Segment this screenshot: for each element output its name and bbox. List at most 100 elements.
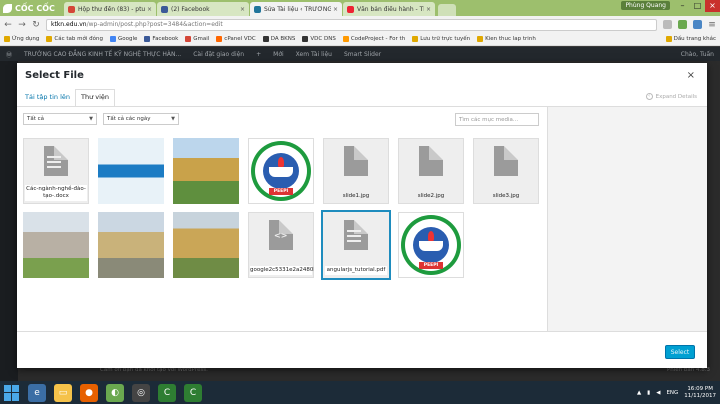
bookmark-item[interactable]: Facebook: [144, 36, 178, 42]
wp-sidebar: [0, 61, 18, 381]
modal-title: Select File: [25, 70, 84, 81]
media-item[interactable]: [98, 212, 164, 278]
gmail-icon: [185, 36, 192, 42]
bookmark-item[interactable]: Kien thuc lap trinh: [477, 36, 536, 42]
minimize-icon[interactable]: –: [675, 0, 690, 12]
school-logo: PEEPI: [251, 141, 311, 201]
back-icon[interactable]: ←: [4, 20, 12, 30]
menu-icon[interactable]: ≡: [708, 20, 716, 30]
wordpress-icon[interactable]: Ⓦ: [6, 50, 12, 59]
media-caption: angularjs_tutorial.pdf: [325, 266, 387, 275]
camtasia-icon[interactable]: C: [158, 383, 176, 402]
media-search-input[interactable]: Tìm các mục media...: [455, 113, 539, 126]
language-indicator[interactable]: ENG: [666, 390, 678, 396]
reload-icon[interactable]: ↻: [32, 20, 40, 30]
bookmark-item[interactable]: CodeProject - For th: [342, 36, 405, 42]
filter-date-select[interactable]: Tất cả các ngày ▼: [103, 113, 179, 125]
media-item[interactable]: <> google2c5331e2a2480bd7.html: [248, 212, 314, 278]
profile-badge[interactable]: Phùng Quang: [621, 1, 670, 10]
tab-upload[interactable]: Tải tập tin lên: [25, 93, 70, 101]
network-icon[interactable]: ▮: [647, 390, 650, 396]
tab-label: Hộp thư đến (83) - ptuan: [78, 5, 145, 13]
school-photo: [173, 212, 239, 278]
chevron-up-icon[interactable]: ▲: [637, 390, 641, 396]
close-icon[interactable]: ×: [240, 6, 245, 13]
media-toolbar: Tất cả ▼ Tất cả các ngày ▼ Tìm các mục med…: [17, 107, 547, 135]
folder-icon: [665, 36, 672, 42]
new-tab-button[interactable]: [438, 4, 456, 16]
volume-icon[interactable]: ◀: [656, 390, 660, 396]
close-icon[interactable]: ×: [426, 6, 431, 13]
maximize-icon[interactable]: □: [690, 0, 705, 12]
bookmark-item[interactable]: Gmail: [185, 36, 209, 42]
media-item[interactable]: PEEPI: [248, 138, 314, 204]
modal-footer: Select: [17, 331, 707, 368]
ie-icon[interactable]: e: [28, 383, 46, 402]
explorer-icon[interactable]: ▭: [54, 383, 72, 402]
expand-details[interactable]: ‹ Expand Details: [645, 93, 697, 100]
tab-documents[interactable]: Văn bản điều hành - TRU×: [343, 2, 435, 16]
bookmark-item[interactable]: VDC DNS: [302, 36, 336, 42]
media-item[interactable]: slide1.jpg: [323, 138, 389, 204]
codeproject-icon: [342, 36, 349, 42]
media-item[interactable]: Các-ngành-nghề-đào-tạo-.docx: [23, 138, 89, 204]
wp-view-link[interactable]: Xem Tài liệu: [296, 51, 332, 58]
extension-icon[interactable]: [678, 20, 687, 29]
media-item[interactable]: slide3.jpg: [473, 138, 539, 204]
media-item-selected[interactable]: angularjs_tutorial.pdf: [323, 212, 389, 278]
browser-name: CỐC CỐC: [15, 3, 55, 13]
school-logo: PEEPI: [401, 215, 461, 275]
media-item[interactable]: [23, 212, 89, 278]
close-icon[interactable]: ×: [147, 6, 152, 13]
expand-icon: ‹: [645, 93, 653, 100]
school-photo: [173, 138, 239, 204]
wp-plus-icon[interactable]: +: [256, 51, 261, 58]
coccoc-icon[interactable]: ◐: [106, 383, 124, 402]
media-item[interactable]: [173, 138, 239, 204]
window-close-icon[interactable]: ×: [705, 0, 720, 12]
download-icon[interactable]: [693, 20, 702, 29]
vdc-icon: [302, 36, 309, 42]
bookmark-item[interactable]: Lưu trữ trực tuyến: [412, 36, 470, 42]
chevron-down-icon: ▼: [89, 116, 93, 122]
school-photo: [98, 212, 164, 278]
tab-gmail[interactable]: Hộp thư đến (83) - ptuan×: [64, 2, 156, 16]
bookmark-item[interactable]: Các tab mới đóng: [46, 36, 103, 42]
media-item[interactable]: PEEPI: [398, 212, 464, 278]
tab-label: Sửa Tài liệu ‹ TRƯỜNG CA: [264, 5, 331, 13]
star-icon[interactable]: [663, 20, 672, 29]
close-icon[interactable]: ×: [333, 6, 338, 13]
media-item[interactable]: [173, 212, 239, 278]
tab-library[interactable]: Thư viện: [75, 89, 116, 107]
wp-customize-link[interactable]: Cài đặt giao diện: [193, 51, 244, 58]
chrome-icon[interactable]: ◎: [132, 383, 150, 402]
filter-type-select[interactable]: Tất cả ▼: [23, 113, 97, 125]
bookmark-other[interactable]: Dấu trang khác: [665, 36, 716, 42]
bookmark-item[interactable]: Ứng dụng: [4, 36, 39, 42]
address-bar: ← → ↻ ktkn.edu.vn/wp-admin/post.php?post…: [0, 16, 720, 33]
media-item[interactable]: slide2.jpg: [398, 138, 464, 204]
wp-new-link[interactable]: Mới: [273, 51, 284, 58]
bookmark-item[interactable]: Google: [110, 36, 137, 42]
tab-facebook[interactable]: (2) Facebook ×: [157, 2, 249, 16]
camtasia-recorder-icon[interactable]: C: [184, 383, 202, 402]
select-button[interactable]: Select: [665, 345, 695, 359]
forward-icon[interactable]: →: [18, 20, 26, 30]
url-input[interactable]: ktkn.edu.vn/wp-admin/post.php?post=3484&…: [46, 18, 657, 31]
media-item[interactable]: [98, 138, 164, 204]
wp-slider-link[interactable]: Smart Slider: [344, 51, 381, 58]
tab-edit-document[interactable]: Sửa Tài liệu ‹ TRƯỜNG CA×: [250, 2, 342, 16]
wp-greeting[interactable]: Chào, Tuấn: [681, 51, 714, 58]
media-caption: slide1.jpg: [342, 193, 370, 199]
facebook-icon: [161, 5, 168, 13]
clock[interactable]: 16:09 PM 11/11/2017: [684, 386, 716, 400]
firefox-icon[interactable]: ●: [80, 383, 98, 402]
apps-icon: [4, 36, 10, 42]
bookmark-item[interactable]: DA BKNS: [262, 36, 295, 42]
bookmark-item[interactable]: cPanel VDC: [216, 36, 256, 42]
close-icon[interactable]: ×: [687, 70, 695, 81]
media-modal: Select File × Tải tập tin lên Thư viện ‹…: [17, 63, 707, 368]
windows-start-icon[interactable]: [4, 384, 20, 401]
wp-site-name[interactable]: TRƯỜNG CAO ĐẲNG KINH TẾ KỸ NGHỆ THỰC HÀN…: [24, 51, 181, 58]
bookmarks-bar: Ứng dụng Các tab mới đóng Google Faceboo…: [0, 33, 720, 46]
